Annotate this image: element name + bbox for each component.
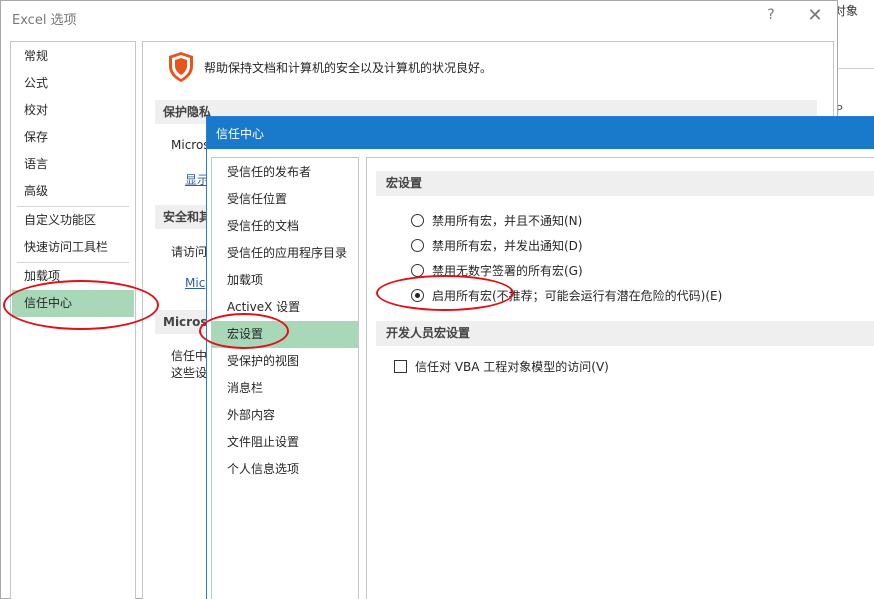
- tc-nav-protected-view[interactable]: 受保护的视图: [212, 348, 358, 375]
- nav-item-customize-ribbon[interactable]: 自定义功能区: [12, 207, 134, 234]
- nav-item-quick-access-toolbar[interactable]: 快速访问工具栏: [12, 234, 134, 261]
- nav-item-formulas[interactable]: 公式: [12, 70, 134, 97]
- vba-trust-label: 信任对 VBA 工程对象模型的访问(V): [415, 359, 609, 374]
- nav-item-add-ins[interactable]: 加载项: [12, 263, 134, 290]
- background-divider: [838, 68, 874, 69]
- privacy-text: Micros: [171, 138, 210, 152]
- macro-settings-header: 宏设置: [376, 171, 874, 196]
- tc-nav-macro-settings[interactable]: 宏设置: [212, 321, 358, 348]
- radio-label: 禁用所有宏，并发出通知(D): [432, 238, 583, 253]
- radio-button[interactable]: [411, 213, 424, 227]
- options-nav-panel: 常规 公式 校对 保存 语言 高级 自定义功能区 快速访问工具栏 加载项 信任中…: [10, 41, 136, 599]
- trust-center-content: 宏设置 禁用所有宏，并且不通知(N) 禁用所有宏，并发出通知(D) 禁用无数字签…: [366, 157, 874, 599]
- radio-button[interactable]: [411, 238, 424, 252]
- tc-nav-privacy-options[interactable]: 个人信息选项: [212, 456, 358, 483]
- radio-button-selected[interactable]: [411, 288, 424, 302]
- options-window-title: Excel 选项: [12, 13, 77, 28]
- shield-icon: [169, 52, 193, 82]
- vba-trust-option[interactable]: 信任对 VBA 工程对象模型的访问(V): [394, 356, 609, 376]
- nav-item-trust-center[interactable]: 信任中心: [12, 290, 134, 317]
- tc-nav-trusted-documents[interactable]: 受信任的文档: [212, 213, 358, 240]
- security-link[interactable]: Mic: [185, 276, 205, 290]
- trust-center-title: 信任中心: [216, 127, 265, 141]
- security-text: 请访问: [171, 245, 208, 259]
- developer-macro-settings-header: 开发人员宏设置: [376, 321, 874, 346]
- radio-label: 禁用所有宏，并且不通知(N): [432, 213, 583, 228]
- macro-option-enable-all[interactable]: 启用所有宏(不推荐；可能会运行有潜在危险的代码)(E): [411, 285, 722, 305]
- help-button[interactable]: ?: [761, 7, 781, 27]
- trust-center-text-line1: 信任中: [171, 349, 208, 363]
- macro-option-disable-no-notify[interactable]: 禁用所有宏，并且不通知(N): [411, 210, 582, 230]
- macro-option-disable-notify[interactable]: 禁用所有宏，并发出通知(D): [411, 235, 583, 255]
- tc-nav-external-content[interactable]: 外部内容: [212, 402, 358, 429]
- vba-trust-checkbox[interactable]: [394, 359, 407, 373]
- macro-option-disable-unsigned[interactable]: 禁用无数字签署的所有宏(G): [411, 260, 583, 280]
- intro-text: 帮助保持文档和计算机的安全以及计算机的状况良好。: [204, 61, 493, 75]
- nav-item-save[interactable]: 保存: [12, 124, 134, 151]
- tc-nav-file-block-settings[interactable]: 文件阻止设置: [212, 429, 358, 456]
- trust-center-titlebar: 信任中心: [207, 117, 874, 149]
- close-button[interactable]: ✕: [801, 5, 829, 29]
- tc-nav-add-ins[interactable]: 加载项: [212, 267, 358, 294]
- trust-center-text-line2: 这些设: [171, 366, 208, 380]
- nav-item-advanced[interactable]: 高级: [12, 178, 134, 205]
- nav-item-proofing[interactable]: 校对: [12, 97, 134, 124]
- tc-nav-trusted-publishers[interactable]: 受信任的发布者: [212, 159, 358, 186]
- radio-button[interactable]: [411, 263, 424, 277]
- tc-nav-trusted-locations[interactable]: 受信任位置: [212, 186, 358, 213]
- trust-center-dialog: 信任中心 受信任的发布者 受信任位置 受信任的文档 受信任的应用程序目录 加载项…: [206, 116, 874, 599]
- radio-label: 禁用无数字签署的所有宏(G): [432, 263, 583, 278]
- nav-item-general[interactable]: 常规: [12, 43, 134, 70]
- options-titlebar: Excel 选项 ? ✕: [1, 1, 837, 33]
- nav-item-language[interactable]: 语言: [12, 151, 134, 178]
- tc-nav-activex-settings[interactable]: ActiveX 设置: [212, 294, 358, 321]
- trust-center-nav: 受信任的发布者 受信任位置 受信任的文档 受信任的应用程序目录 加载项 Acti…: [211, 157, 359, 599]
- tc-nav-trusted-app-catalogs[interactable]: 受信任的应用程序目录: [212, 240, 358, 267]
- tc-nav-message-bar[interactable]: 消息栏: [212, 375, 358, 402]
- radio-label: 启用所有宏(不推荐；可能会运行有潜在危险的代码)(E): [432, 288, 723, 303]
